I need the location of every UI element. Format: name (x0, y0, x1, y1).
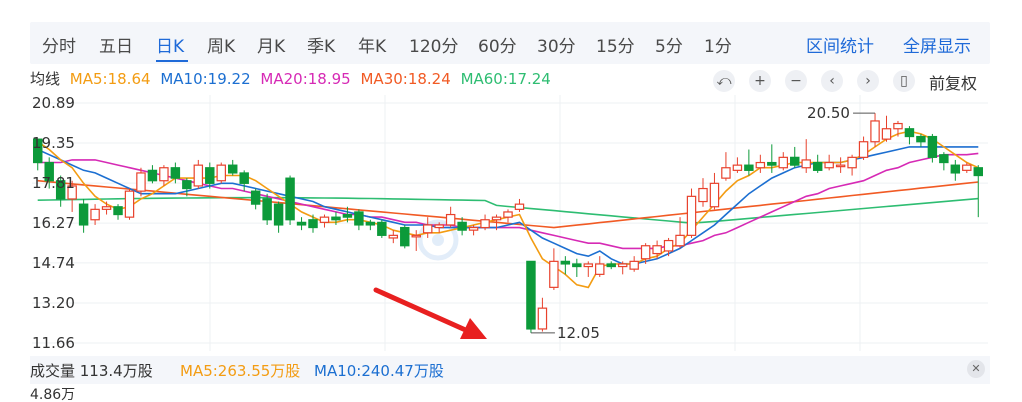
candle-body (744, 164, 754, 171)
candle-body (285, 177, 295, 221)
candle-body (250, 190, 261, 205)
candle-body (709, 182, 720, 208)
candle-body (331, 216, 341, 221)
candle-body (342, 213, 353, 218)
kline-chart[interactable]: 20.89 19.35 17.81 16.27 14.74 13.20 11.66 20.5… (0, 0, 1022, 402)
red-arrow (373, 287, 487, 339)
volume-ma5: MA5:263.55万股 (180, 362, 301, 380)
candle-body (790, 156, 800, 166)
candle-body (663, 239, 674, 252)
candle-body (227, 164, 238, 174)
y-tick-label: 14.74 (32, 254, 75, 272)
candle-body (617, 263, 628, 268)
candle-body (377, 221, 387, 236)
candle-body (113, 206, 123, 216)
y-tick-label: 20.89 (32, 94, 75, 112)
candle-body (881, 128, 892, 140)
candle-body (858, 141, 869, 158)
candle-body (698, 187, 708, 203)
candle-body (273, 203, 284, 226)
volume-label: 成交量 113.4万股 (30, 362, 153, 380)
candle-body (296, 221, 307, 226)
candle-body (101, 206, 112, 210)
candle-body (686, 195, 697, 236)
candle-body (159, 167, 169, 182)
candle-body (354, 211, 364, 226)
candle-body (801, 159, 811, 169)
candle-body (870, 120, 880, 143)
candle-body (812, 161, 823, 171)
candle-body (170, 167, 181, 179)
candle-body (629, 260, 639, 270)
y-axis-ticks: 20.89 19.35 17.81 16.27 14.74 13.20 11.66 (32, 94, 75, 352)
candle-body (652, 245, 662, 255)
candle-body (457, 221, 467, 231)
candle-body (182, 180, 192, 190)
candle-body (973, 167, 983, 177)
candle-body (606, 263, 616, 268)
candle-body (503, 211, 513, 218)
candle-body (205, 167, 215, 184)
candle-body (136, 172, 146, 192)
candle-body (824, 161, 834, 169)
candle-body (422, 224, 433, 234)
candle-body (560, 260, 571, 265)
y-tick-label: 11.66 (32, 334, 75, 352)
y-tick-label: 17.81 (32, 174, 75, 192)
candle-body (411, 234, 421, 238)
high-annotation: 20.50 (807, 104, 850, 122)
volume-ma10: MA10:240.47万股 (314, 362, 444, 380)
candle-body (640, 245, 651, 260)
candle-body (767, 161, 777, 166)
candle-body (434, 224, 444, 229)
y-tick-label: 13.20 (32, 294, 75, 312)
candle-body (962, 164, 972, 171)
low-annotation: 12.05 (557, 324, 600, 342)
candle-body (916, 135, 926, 143)
candle-body (778, 156, 789, 169)
candle-body (537, 307, 548, 330)
candle-body (308, 219, 318, 229)
candle-body (388, 234, 399, 239)
candle-body (78, 203, 89, 226)
candle-body (675, 234, 685, 247)
candle-body (445, 213, 456, 226)
close-icon[interactable]: ✕ (967, 360, 985, 378)
candle-body (755, 161, 766, 169)
candle-body (514, 203, 525, 210)
candle-body (491, 216, 502, 221)
candle-body (319, 216, 330, 223)
candle-body (147, 169, 158, 182)
ma10-line (37, 146, 979, 265)
candle-body (124, 190, 135, 218)
candle-body (847, 156, 857, 169)
candle-body (927, 135, 938, 158)
candle-body (893, 122, 903, 130)
candle-body (262, 198, 272, 221)
candle-body (721, 167, 731, 179)
candle-body (365, 221, 376, 226)
y-tick-label: 19.35 (32, 134, 75, 152)
candle-body (904, 128, 915, 138)
candle-body (939, 154, 949, 164)
candle-body (572, 263, 582, 268)
candle-body (90, 208, 100, 221)
candle-body (193, 164, 204, 187)
candle-body (595, 263, 605, 275)
candle-body (400, 226, 410, 247)
volume-header: 成交量 113.4万股 MA5:263.55万股 MA10:240.47万股 ✕ (30, 356, 990, 384)
candle-body (216, 164, 226, 182)
candle-body (950, 164, 961, 174)
candle-body (835, 164, 846, 168)
candle-body (468, 226, 479, 231)
candle-body (480, 219, 490, 229)
candle-body (549, 260, 559, 288)
candle-body (526, 260, 536, 330)
candle-body (732, 164, 743, 171)
volume-max-label: 4.86万 (30, 387, 76, 402)
y-tick-label: 16.27 (32, 214, 75, 232)
candle-body (583, 263, 594, 268)
candle-body (239, 172, 249, 184)
